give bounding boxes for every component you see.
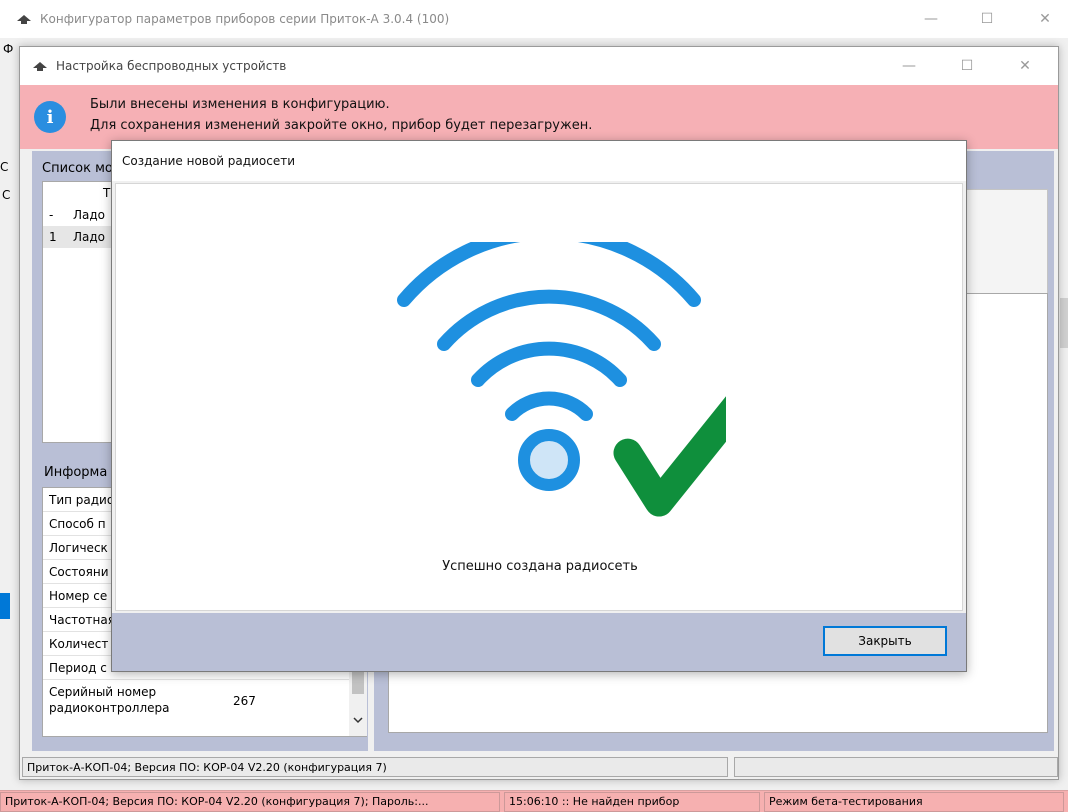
main-label-fragment-2: С bbox=[2, 188, 11, 202]
module-row-name: Ладо bbox=[73, 208, 106, 222]
dialog-app-icon bbox=[33, 62, 47, 71]
dialog-status-device: Приток-А-КОП-04; Версия ПО: КОР-04 V2.20… bbox=[22, 757, 728, 777]
chevron-down-icon[interactable] bbox=[353, 716, 363, 724]
main-maximize-button[interactable]: ☐ bbox=[964, 0, 1010, 38]
module-row-num: 1 bbox=[49, 230, 57, 244]
wireless-dialog-titlebar: Настройка беспроводных устройств — ☐ ✕ bbox=[20, 47, 1058, 85]
success-message: Успешно создана радиосеть bbox=[442, 559, 638, 574]
status-time: 15:06:10 :: Не найден прибор bbox=[504, 791, 760, 812]
main-menu-fragment[interactable]: Ф bbox=[3, 42, 13, 56]
serial-number-value: 267 bbox=[233, 694, 256, 708]
wifi-icon bbox=[397, 242, 701, 421]
notice-line-2: Для сохранения изменений закройте окно, … bbox=[90, 118, 593, 133]
create-network-modal: Создание новой радиосети Успешно создана… bbox=[111, 140, 967, 672]
main-selection-marker bbox=[0, 593, 10, 619]
dialog-maximize-button[interactable]: ☐ bbox=[944, 47, 990, 85]
main-minimize-button[interactable]: — bbox=[908, 0, 954, 38]
create-network-title: Создание новой радиосети bbox=[112, 141, 966, 181]
main-scroll-fragment[interactable] bbox=[1060, 298, 1068, 348]
module-row-name: Ладо bbox=[73, 230, 106, 244]
notice-line-1: Были внесены изменения в конфигурацию. bbox=[90, 97, 390, 112]
serial-number-label: Серийный номер радиоконтроллера bbox=[49, 685, 170, 715]
dialog-status-bar: Приток-А-КОП-04; Версия ПО: КОР-04 V2.20… bbox=[20, 755, 1058, 779]
info-icon: i bbox=[34, 101, 66, 133]
status-device-info: Приток-А-КОП-04; Версия ПО: КОР-04 V2.20… bbox=[0, 791, 500, 812]
close-button[interactable]: Закрыть bbox=[823, 626, 947, 656]
dialog-close-button[interactable]: ✕ bbox=[1002, 47, 1048, 85]
wireless-dialog-title: Настройка беспроводных устройств bbox=[56, 59, 287, 73]
main-label-fragment: С bbox=[0, 160, 9, 174]
status-mode: Режим бета-тестирования bbox=[764, 791, 1064, 812]
main-status-bar: Приток-А-КОП-04; Версия ПО: КОР-04 V2.20… bbox=[0, 790, 1068, 812]
main-window-titlebar: Конфигуратор параметров приборов серии П… bbox=[0, 0, 1068, 38]
wifi-success-icon bbox=[397, 242, 726, 517]
dialog-status-empty bbox=[734, 757, 1058, 777]
info-panel-header: Информа bbox=[44, 465, 108, 480]
main-close-button[interactable]: ✕ bbox=[1022, 0, 1068, 38]
modules-list-header: Список мо bbox=[42, 161, 113, 176]
main-window-title: Конфигуратор параметров приборов серии П… bbox=[40, 12, 450, 26]
checkmark-icon bbox=[613, 396, 726, 517]
wifi-dot-icon bbox=[518, 429, 580, 491]
modules-column-header[interactable]: Т bbox=[103, 186, 110, 200]
app-icon bbox=[17, 15, 31, 24]
dialog-minimize-button[interactable]: — bbox=[886, 47, 932, 85]
module-row-num: - bbox=[49, 208, 54, 222]
create-network-footer: Закрыть bbox=[112, 613, 966, 671]
create-network-content: Успешно создана радиосеть bbox=[115, 183, 963, 611]
